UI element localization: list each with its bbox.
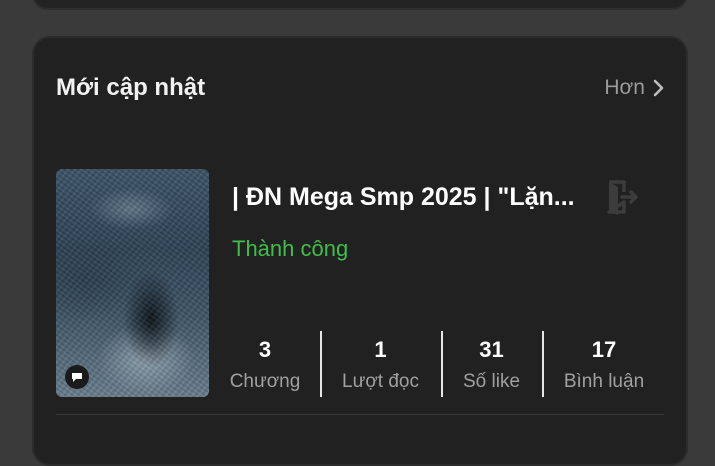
- chat-bubble-icon: [65, 365, 89, 389]
- stat-value: 1: [374, 337, 387, 362]
- previous-card: [32, 0, 688, 10]
- chevron-right-icon: [653, 79, 664, 97]
- story-stats: 3 Chương 1 Lượt đọc 31 Số like 17 Bình l…: [210, 331, 666, 397]
- section-title: Mới cập nhật: [56, 74, 206, 101]
- recently-updated-card: Mới cập nhật Hơn | ĐN Mega Smp 2025 | "L…: [32, 36, 688, 466]
- stat-value: 31: [479, 337, 504, 362]
- stat-value: 17: [591, 337, 617, 362]
- stat-label: Lượt đọc: [342, 371, 419, 392]
- story-title[interactable]: | ĐN Mega Smp 2025 | "Lặn...: [232, 180, 596, 214]
- more-link[interactable]: Hơn: [604, 72, 664, 104]
- stat-likes: 31 Số like: [441, 331, 542, 397]
- card-header: Mới cập nhật Hơn: [56, 72, 664, 106]
- more-label: Hơn: [604, 76, 645, 99]
- stat-comments: 17 Bình luận: [542, 331, 666, 397]
- stat-label: Chương: [229, 371, 301, 392]
- stat-label: Số like: [462, 371, 521, 392]
- stat-reads: 1 Lượt đọc: [320, 331, 441, 397]
- stat-value: 3: [258, 337, 272, 362]
- story-status: Thành công: [232, 236, 349, 261]
- cover-texture: [56, 169, 209, 397]
- story-cover-image[interactable]: [56, 169, 209, 397]
- stat-chapters: 3 Chương: [210, 331, 320, 397]
- exit-icon[interactable]: [602, 178, 642, 218]
- divider: [56, 414, 664, 415]
- stat-label: Bình luận: [563, 371, 645, 392]
